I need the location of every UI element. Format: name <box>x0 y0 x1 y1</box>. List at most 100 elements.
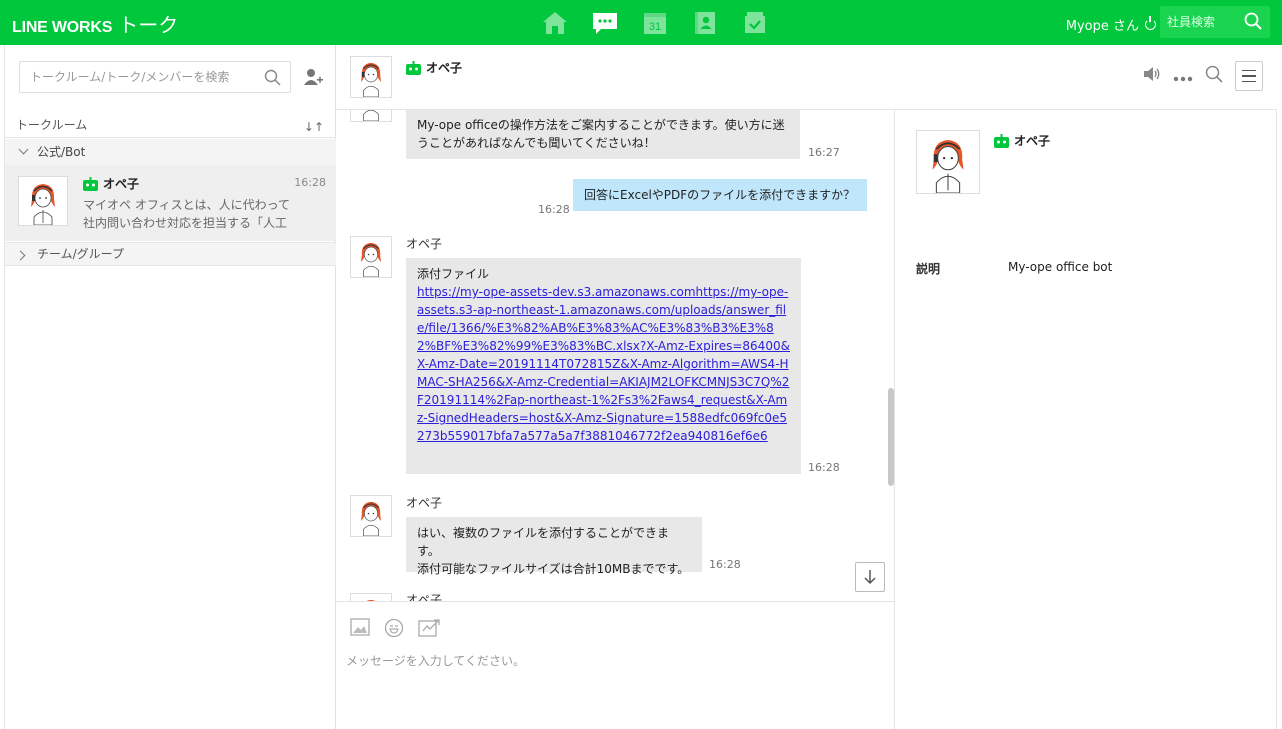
description-value: My-ope office bot <box>1008 260 1113 274</box>
power-icon[interactable] <box>1145 16 1156 30</box>
room-search <box>19 61 291 93</box>
message-time: 16:28 <box>709 558 741 571</box>
nav-calendar[interactable]: 31 <box>630 8 680 38</box>
group-bot-label: 公式/Bot <box>37 145 86 159</box>
bot-avatar-image <box>363 110 379 121</box>
avatar <box>916 130 980 194</box>
profile-name-text: オペ子 <box>1014 134 1051 148</box>
message-avatar[interactable] <box>350 236 392 278</box>
message-time: 16:28 <box>808 461 840 474</box>
outgoing-message-bubble: 回答にExcelやPDFのファイルを添付できますか？ <box>573 179 867 211</box>
main-nav: 31 <box>530 8 780 38</box>
message-time: 16:27 <box>808 146 840 159</box>
contacts-icon <box>695 12 715 34</box>
message-bubble: My-ope officeの操作方法をご案内することができます。使い方に迷うこと… <box>406 110 800 159</box>
sender-name: オペ子 <box>406 496 443 510</box>
image-button[interactable] <box>350 618 370 642</box>
talk-icon <box>593 13 617 34</box>
more-icon <box>1173 76 1193 81</box>
bot-badge-icon <box>83 176 98 191</box>
room-item[interactable]: オペ子 16:28 マイオペ オフィスとは、人に代わって社内問い合わせ対応を担当… <box>5 165 336 241</box>
message-bubble: はい、複数のファイルを添付することができます。 添付可能なファイルサイズは合計1… <box>406 517 702 576</box>
room-name: オペ子 <box>83 175 139 192</box>
attachment-link[interactable]: https://my-ope-assets-dev.s3.amazonaws.c… <box>417 285 790 443</box>
sticker-icon <box>418 619 440 637</box>
sticker-button[interactable] <box>418 618 440 642</box>
bot-avatar-image <box>361 62 381 98</box>
sort-icon[interactable]: ↓↑ <box>304 116 324 138</box>
group-bot[interactable]: 公式/Bot <box>5 139 336 165</box>
scrollbar[interactable] <box>888 388 894 486</box>
chat-search-button[interactable] <box>1205 65 1223 87</box>
message-line: はい、複数のファイルを添付することができます。 <box>417 526 670 558</box>
more-button[interactable] <box>1173 67 1193 86</box>
chat-title-text: オペ子 <box>426 61 463 75</box>
task-icon <box>745 12 765 33</box>
composer-tools <box>350 618 454 642</box>
bot-badge-icon <box>406 60 421 75</box>
bot-avatar-image <box>366 599 376 601</box>
group-team-label: チーム/グループ <box>37 247 124 261</box>
speaker-button[interactable] <box>1143 66 1161 86</box>
chat-title: オペ子 <box>406 59 462 76</box>
arrow-down-icon <box>864 570 876 585</box>
add-member-button[interactable] <box>303 67 323 91</box>
emoji-button[interactable] <box>384 618 404 642</box>
nav-contacts[interactable] <box>680 8 730 38</box>
room-time: 16:28 <box>294 176 326 189</box>
sender-name: オペ子 <box>406 237 443 251</box>
message-list[interactable]: My-ope officeの操作方法をご案内することができます。使い方に迷うこと… <box>336 110 895 601</box>
section-label: トークルーム <box>16 118 88 132</box>
speaker-icon <box>1144 67 1160 81</box>
calendar-day: 31 <box>649 21 661 33</box>
menu-button[interactable] <box>1235 61 1263 91</box>
message-avatar[interactable] <box>350 495 392 537</box>
room-section-header: トークルーム ↓↑ <box>5 114 336 138</box>
nav-home[interactable] <box>530 8 580 38</box>
description-label: 説明 <box>916 262 941 276</box>
calendar-icon: 31 <box>644 13 666 34</box>
image-icon <box>350 618 370 636</box>
attachment-label: 添付ファイル <box>417 267 490 281</box>
message-input[interactable] <box>346 652 876 712</box>
search-icon <box>1205 65 1223 83</box>
logo: LINE WORKS <box>12 19 113 36</box>
sender-name: オペ子 <box>406 593 443 601</box>
nav-talk[interactable] <box>580 8 630 38</box>
app-name: トーク <box>118 13 179 37</box>
user-name: Myope さん <box>1065 19 1139 34</box>
room-name-text: オペ子 <box>103 177 140 191</box>
top-bar: LINE WORKS トーク 31 Myope さん <box>0 0 1282 45</box>
chevron-down-icon <box>18 144 29 155</box>
search-icon[interactable] <box>264 69 281 86</box>
emoji-icon <box>384 618 404 638</box>
add-user-icon <box>304 69 323 85</box>
employee-search <box>1160 6 1270 38</box>
user-menu[interactable]: Myope さん <box>1066 15 1156 34</box>
employee-search-input[interactable] <box>1160 6 1240 38</box>
chat-header: オペ子 <box>336 45 1277 110</box>
bot-badge-icon <box>994 133 1009 148</box>
nav-task[interactable] <box>730 8 780 38</box>
message-avatar[interactable] <box>350 593 392 601</box>
bot-avatar-image <box>932 140 964 194</box>
group-team[interactable]: チーム/グループ <box>5 242 336 266</box>
scroll-to-bottom-button[interactable] <box>855 562 885 592</box>
message-time: 16:28 <box>538 203 570 216</box>
room-search-input[interactable] <box>20 62 255 92</box>
bot-avatar-image <box>31 184 55 226</box>
search-icon[interactable] <box>1244 12 1262 30</box>
avatar <box>18 176 68 226</box>
message-avatar[interactable] <box>350 110 392 122</box>
profile-name: オペ子 <box>994 132 1050 149</box>
sidebar: トークルーム ↓↑ 公式/Bot オペ子 16:28 マイオペ オフィスとは、人… <box>4 45 336 729</box>
menu-icon <box>1242 69 1256 72</box>
bot-avatar-image <box>361 501 381 536</box>
message-line: 添付可能なファイルサイズは合計10MBまでです。 <box>417 562 690 576</box>
avatar[interactable] <box>350 56 392 98</box>
chat-tools <box>1131 61 1263 91</box>
brand[interactable]: LINE WORKS トーク <box>12 9 178 38</box>
bot-avatar-image <box>361 242 381 277</box>
composer <box>336 601 895 729</box>
home-icon <box>543 12 567 34</box>
